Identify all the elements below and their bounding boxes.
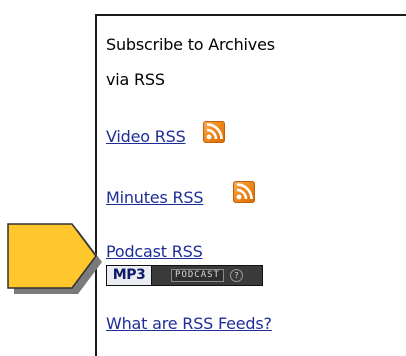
what-are-rss-feeds-link[interactable]: What are RSS Feeds? xyxy=(106,314,272,333)
minutes-rss-link[interactable]: Minutes RSS xyxy=(106,188,204,207)
video-rss-link[interactable]: Video RSS xyxy=(106,127,186,146)
rss-subscribe-panel: Subscribe to Archives via RSS Video RSS … xyxy=(95,14,406,356)
rss-icon[interactable] xyxy=(203,121,225,143)
yellow-pointer-arrow-icon xyxy=(7,223,102,294)
podcast-label: PODCAST xyxy=(171,269,224,282)
screenshot-stage: Subscribe to Archives via RSS Video RSS … xyxy=(0,0,406,356)
subscribe-heading-line2: via RSS xyxy=(106,70,165,89)
podcast-label-area: PODCAST ? xyxy=(152,266,262,285)
subscribe-heading-line1: Subscribe to Archives xyxy=(106,35,275,54)
mp3-podcast-badge[interactable]: MP3 PODCAST ? xyxy=(106,265,263,286)
mp3-label: MP3 xyxy=(107,266,152,285)
podcast-circle-icon: ? xyxy=(229,269,243,282)
rss-icon[interactable] xyxy=(233,181,255,203)
podcast-rss-link[interactable]: Podcast RSS xyxy=(106,242,203,261)
